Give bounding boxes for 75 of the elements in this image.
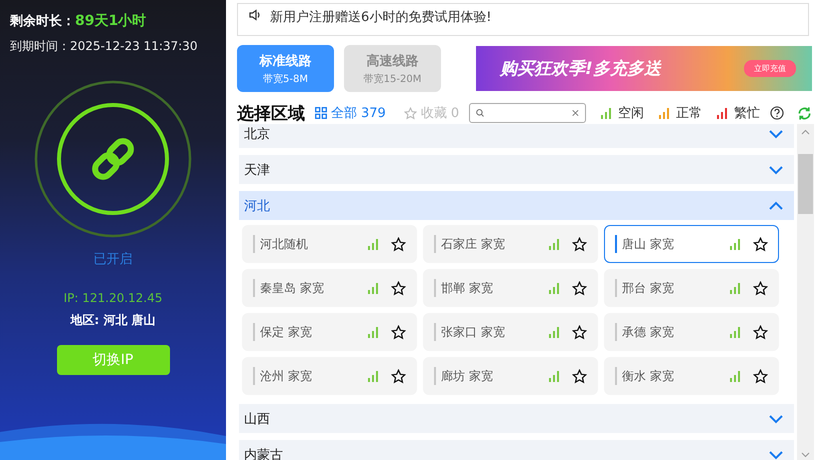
node-card[interactable]: 邯郸 家宽 bbox=[423, 269, 598, 307]
region-row[interactable]: 天津 bbox=[239, 155, 794, 184]
node-name: 唐山 家宽 bbox=[615, 235, 717, 253]
region-row[interactable]: 山西 bbox=[239, 404, 794, 433]
all-count: 379 bbox=[361, 106, 386, 120]
star-icon[interactable] bbox=[572, 368, 587, 384]
scrollbar[interactable] bbox=[797, 124, 814, 460]
star-icon[interactable] bbox=[391, 368, 406, 384]
search-field[interactable] bbox=[469, 103, 586, 123]
star-icon bbox=[404, 106, 417, 120]
connection-status: 已开启 bbox=[94, 251, 132, 268]
node-card[interactable]: 河北随机 bbox=[242, 225, 417, 263]
help-icon[interactable] bbox=[770, 106, 784, 120]
expiry-label: 到期时间： bbox=[10, 39, 70, 53]
star-icon[interactable] bbox=[391, 236, 406, 252]
node-card[interactable]: 廊坊 家宽 bbox=[423, 357, 598, 395]
node-name: 邯郸 家宽 bbox=[434, 279, 536, 297]
chevron-icon bbox=[768, 200, 784, 210]
star-icon[interactable] bbox=[572, 324, 587, 340]
node-name: 廊坊 家宽 bbox=[434, 367, 536, 385]
legend-label: 繁忙 bbox=[734, 105, 760, 122]
node-card[interactable]: 秦皇岛 家宽 bbox=[242, 269, 417, 307]
node-card[interactable]: 张家口 家宽 bbox=[423, 313, 598, 351]
node-name: 承德 家宽 bbox=[615, 323, 717, 341]
chevron-icon bbox=[768, 450, 784, 460]
node-card[interactable]: 唐山 家宽 bbox=[604, 225, 779, 263]
chevron-icon bbox=[768, 414, 784, 424]
node-name: 邢台 家宽 bbox=[615, 279, 717, 297]
star-icon[interactable] bbox=[391, 324, 406, 340]
legend-label: 空闲 bbox=[618, 105, 644, 122]
region-row[interactable]: 河北 bbox=[239, 191, 794, 220]
region-row[interactable]: 内蒙古 bbox=[239, 440, 794, 460]
node-name: 河北随机 bbox=[253, 235, 355, 253]
favorites-label: 收藏 bbox=[420, 105, 447, 122]
node-card[interactable]: 衡水 家宽 bbox=[604, 357, 779, 395]
speaker-icon bbox=[248, 8, 262, 22]
all-label: 全部 bbox=[331, 105, 357, 122]
node-card[interactable]: 沧州 家宽 bbox=[242, 357, 417, 395]
expiry-value: 2025-12-23 11:37:30 bbox=[70, 39, 198, 53]
connection-ring-icon[interactable] bbox=[33, 79, 193, 239]
node-name: 秦皇岛 家宽 bbox=[253, 279, 355, 297]
all-filter[interactable]: 全部 379 bbox=[315, 104, 386, 122]
star-icon[interactable] bbox=[753, 324, 768, 340]
star-icon[interactable] bbox=[753, 368, 768, 384]
star-icon[interactable] bbox=[753, 236, 768, 252]
chevron-icon bbox=[768, 164, 784, 174]
node-card[interactable]: 承德 家宽 bbox=[604, 313, 779, 351]
star-icon[interactable] bbox=[572, 236, 587, 252]
star-icon[interactable] bbox=[391, 280, 406, 296]
favorites-count: 0 bbox=[450, 106, 460, 120]
star-icon[interactable] bbox=[572, 280, 587, 296]
region-text: 地区: 河北 唐山 bbox=[70, 312, 156, 329]
promo-banner[interactable]: 购买狂欢季!多充多送 立即充值 bbox=[476, 46, 812, 91]
node-card[interactable]: 石家庄 家宽 bbox=[423, 225, 598, 263]
chevron-icon bbox=[768, 128, 784, 138]
star-icon[interactable] bbox=[753, 280, 768, 296]
clear-icon[interactable] bbox=[572, 108, 580, 118]
node-card[interactable]: 保定 家宽 bbox=[242, 313, 417, 351]
legend-label: 正常 bbox=[676, 105, 702, 122]
remaining-time-value: 89天1小时 bbox=[75, 13, 146, 29]
node-name: 衡水 家宽 bbox=[615, 367, 717, 385]
section-title: 选择区域 bbox=[237, 102, 305, 124]
node-name: 张家口 家宽 bbox=[434, 323, 536, 341]
search-icon bbox=[476, 107, 484, 119]
ip-address: IP: 121.20.12.45 bbox=[64, 291, 162, 305]
notice-text: 新用户注册赠送6小时的免费试用体验! bbox=[270, 9, 492, 26]
node-name: 保定 家宽 bbox=[253, 323, 355, 341]
region-row[interactable]: 北京 bbox=[239, 124, 794, 148]
grid-icon bbox=[315, 107, 327, 119]
node-name: 沧州 家宽 bbox=[253, 367, 355, 385]
banner-headline: 购买狂欢季!多充多送 bbox=[500, 58, 661, 80]
refresh-icon[interactable] bbox=[797, 106, 812, 120]
node-card[interactable]: 邢台 家宽 bbox=[604, 269, 779, 307]
remaining-time-label: 剩余时长： bbox=[10, 14, 75, 29]
node-name: 石家庄 家宽 bbox=[434, 235, 536, 253]
